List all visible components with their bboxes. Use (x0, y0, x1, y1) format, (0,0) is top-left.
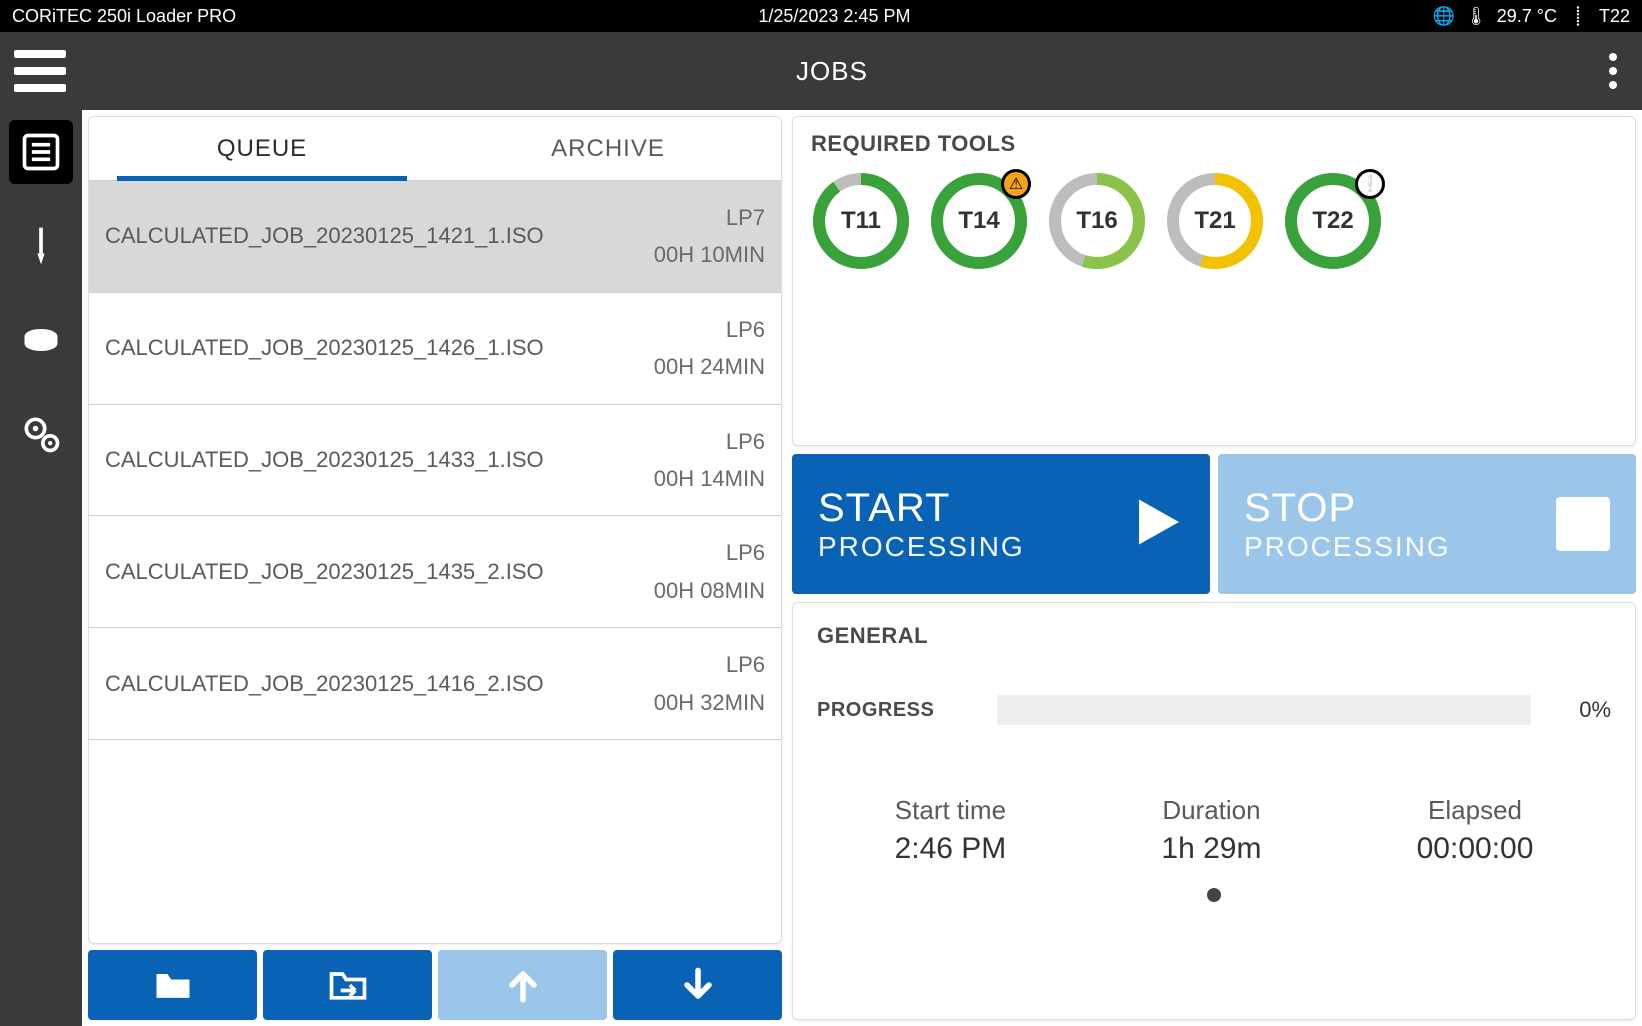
move-up-button[interactable] (438, 950, 607, 1020)
nav-jobs[interactable] (9, 120, 73, 184)
stop-icon (1556, 497, 1610, 551)
job-row[interactable]: CALCULATED_JOB_20230125_1421_1.ISO LP700H… (89, 181, 781, 293)
drill-icon (19, 224, 63, 268)
job-duration: 00H 08MIN (654, 572, 765, 609)
page-title: JOBS (66, 56, 1598, 87)
play-icon (1124, 492, 1184, 557)
duration-value: 1h 29m (1161, 832, 1261, 866)
job-list: CALCULATED_JOB_20230125_1421_1.ISOLP700H… (89, 181, 781, 943)
job-row[interactable]: CALCULATED_JOB_20230125_1435_2.ISO LP600H… (89, 516, 781, 628)
tab-queue[interactable]: QUEUE (89, 117, 435, 180)
tool-label: T21 (1165, 171, 1265, 271)
nav-blank[interactable] (9, 308, 73, 372)
job-duration: 00H 14MIN (654, 460, 765, 497)
machine-name: CORiTEC 250i Loader PRO (12, 6, 236, 27)
status-bar: CORiTEC 250i Loader PRO 1/25/2023 2:45 P… (0, 0, 1642, 32)
header-bar: JOBS (0, 32, 1642, 110)
tool-indicator: T22❕ (1283, 171, 1383, 271)
general-title: GENERAL (817, 623, 1611, 649)
job-duration: 00H 10MIN (654, 236, 765, 273)
job-name: CALCULATED_JOB_20230125_1433_1.ISO (105, 447, 544, 473)
job-row[interactable]: CALCULATED_JOB_20230125_1433_1.ISO LP600H… (89, 405, 781, 517)
folder-import-icon (326, 963, 370, 1007)
start-label-2: PROCESSING (818, 531, 1104, 563)
nav-tool[interactable] (9, 214, 73, 278)
tool-status-icon: ⸽ (1567, 4, 1589, 28)
move-down-button[interactable] (613, 950, 782, 1020)
gears-icon (19, 412, 63, 456)
tool-info-badge: ❕ (1355, 169, 1385, 199)
job-name: CALCULATED_JOB_20230125_1426_1.ISO (105, 335, 544, 361)
job-slot: LP6 (654, 646, 765, 683)
progress-percent: 0% (1551, 697, 1611, 723)
arrow-up-icon (501, 963, 545, 1007)
tool-indicator: T14⚠ (929, 171, 1029, 271)
job-duration: 00H 32MIN (654, 684, 765, 721)
job-name: CALCULATED_JOB_20230125_1435_2.ISO (105, 559, 544, 585)
run-controls: START PROCESSING STOP PROCESSING (792, 454, 1636, 594)
start-label-1: START (818, 486, 1104, 531)
start-time-label: Start time (895, 795, 1007, 826)
job-name: CALCULATED_JOB_20230125_1416_2.ISO (105, 671, 544, 697)
job-tabs: QUEUE ARCHIVE (89, 117, 781, 181)
progress-label: PROGRESS (817, 699, 977, 722)
tab-archive[interactable]: ARCHIVE (435, 117, 781, 180)
job-slot: LP7 (654, 199, 765, 236)
progress-bar (997, 695, 1531, 725)
job-row[interactable]: CALCULATED_JOB_20230125_1416_2.ISO LP600H… (89, 628, 781, 740)
nav-settings[interactable] (9, 402, 73, 466)
globe-icon: 🌐 (1433, 6, 1455, 27)
status-tool: T22 (1599, 6, 1630, 27)
elapsed-label: Elapsed (1417, 795, 1534, 826)
arrow-down-icon (676, 963, 720, 1007)
job-row[interactable]: CALCULATED_JOB_20230125_1426_1.ISO LP600H… (89, 293, 781, 405)
tool-label: T11 (811, 171, 911, 271)
job-slot: LP6 (654, 423, 765, 460)
disc-icon (19, 318, 63, 362)
elapsed-value: 00:00:00 (1417, 832, 1534, 866)
job-action-bar (88, 944, 782, 1020)
status-temperature: 29.7 °C (1497, 6, 1557, 27)
job-slot: LP6 (654, 534, 765, 571)
tool-indicator: T21 (1165, 171, 1265, 271)
stop-label-2: PROCESSING (1244, 531, 1536, 563)
stop-processing-button[interactable]: STOP PROCESSING (1218, 454, 1636, 594)
stop-label-1: STOP (1244, 486, 1536, 531)
start-time-value: 2:46 PM (895, 832, 1007, 866)
status-datetime: 1/25/2023 2:45 PM (236, 6, 1433, 27)
import-button[interactable] (263, 950, 432, 1020)
folder-icon (151, 963, 195, 1007)
menu-button[interactable] (14, 50, 66, 92)
nav-rail (0, 110, 82, 1026)
job-slot: LP6 (654, 311, 765, 348)
tool-warning-badge: ⚠ (1001, 169, 1031, 199)
job-name: CALCULATED_JOB_20230125_1421_1.ISO (105, 223, 544, 249)
required-tools-panel: REQUIRED TOOLS T11T14⚠T16T21T22❕ (792, 116, 1636, 446)
tool-indicator: T16 (1047, 171, 1147, 271)
tool-indicator: T11 (811, 171, 911, 271)
list-icon (19, 130, 63, 174)
start-processing-button[interactable]: START PROCESSING (792, 454, 1210, 594)
thermometer-icon: 🌡 (1465, 6, 1487, 27)
open-folder-button[interactable] (88, 950, 257, 1020)
general-panel: GENERAL PROGRESS 0% Start time 2:46 PM D… (792, 602, 1636, 1020)
required-tools-title: REQUIRED TOOLS (811, 131, 1617, 157)
page-indicator[interactable] (817, 888, 1611, 907)
more-options-button[interactable] (1598, 53, 1628, 89)
duration-label: Duration (1161, 795, 1261, 826)
tool-label: T16 (1047, 171, 1147, 271)
job-duration: 00H 24MIN (654, 348, 765, 385)
